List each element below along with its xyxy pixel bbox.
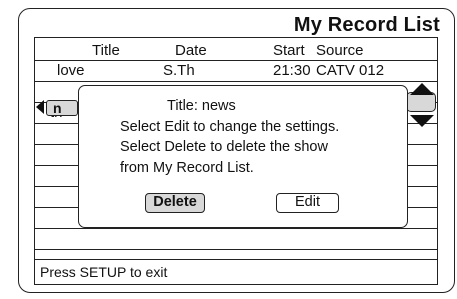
scroll-down-icon[interactable] (410, 115, 434, 127)
selected-row-end[interactable] (406, 92, 436, 112)
dialog-line-1: Select Edit to change the settings. (120, 119, 340, 135)
dialog-line-3: from My Record List. (120, 160, 254, 176)
row-start: 21:30 (273, 62, 311, 79)
footer-hint: Press SETUP to exit (40, 264, 168, 280)
selected-row-title-text: n (53, 100, 62, 116)
column-header-date: Date (175, 42, 207, 59)
row-title: love (57, 62, 85, 79)
delete-button[interactable]: Delete (145, 193, 205, 213)
list-item[interactable] (35, 229, 437, 250)
selected-row-title[interactable]: n (46, 100, 78, 116)
row-source: CATV 012 (316, 62, 385, 79)
column-header-start: Start (273, 42, 305, 59)
list-header: Title Date Start Source (35, 38, 437, 61)
edit-button[interactable]: Edit (276, 193, 339, 213)
dialog-heading: Title: news (167, 98, 236, 114)
page-title: My Record List (293, 14, 440, 36)
list-item[interactable]: love S.Th 21:30 CATV 012 (35, 61, 437, 82)
record-options-dialog: Title: news Select Edit to change the se… (78, 85, 408, 228)
dialog-line-2: Select Delete to delete the show (120, 139, 328, 155)
footer-bar: Press SETUP to exit (35, 259, 437, 284)
row-date: S.Th (163, 62, 195, 79)
left-arrow-icon[interactable] (36, 100, 44, 114)
column-header-source: Source (316, 42, 364, 59)
scroll-up-icon[interactable] (410, 83, 434, 95)
column-header-title: Title (92, 42, 120, 59)
